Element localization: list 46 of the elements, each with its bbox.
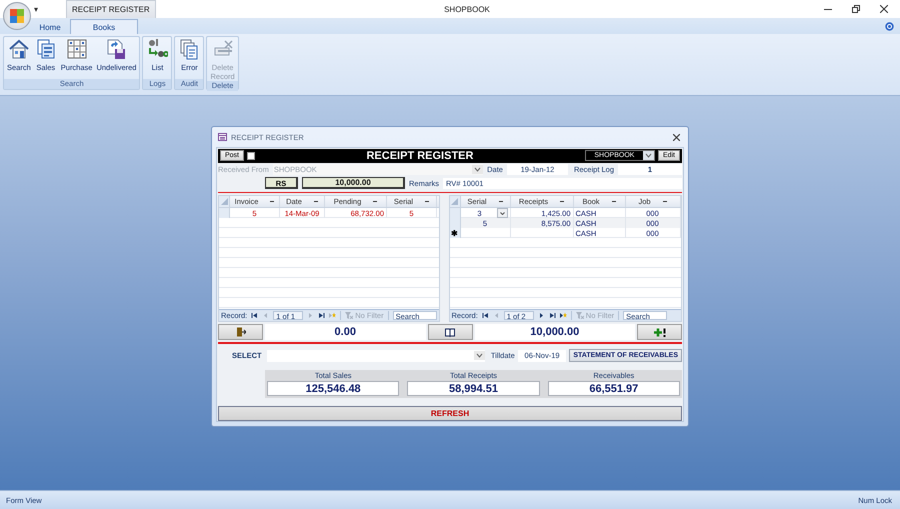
office-button[interactable] bbox=[3, 2, 31, 30]
plus-alert-icon bbox=[654, 328, 666, 337]
pages-icon bbox=[178, 38, 200, 60]
ribbon-tab[interactable]: Books bbox=[70, 19, 138, 34]
context-tab-label: RECEIPT REGISTER bbox=[66, 0, 156, 18]
refresh-button[interactable]: REFRESH bbox=[218, 406, 682, 421]
post-checkbox[interactable] bbox=[247, 152, 256, 160]
door-arrow-icon bbox=[236, 327, 246, 338]
last-record-icon[interactable] bbox=[318, 312, 326, 320]
form-icon bbox=[218, 133, 227, 141]
text-replace-icon bbox=[146, 38, 168, 60]
form-heading: RECEIPT REGISTER bbox=[365, 150, 474, 162]
quick-access-menu[interactable]: ▾ bbox=[34, 4, 38, 14]
book-button[interactable] bbox=[428, 324, 472, 340]
window-title: SHOPBOOK bbox=[444, 4, 490, 14]
last-record-icon[interactable] bbox=[548, 312, 556, 320]
house-icon bbox=[8, 38, 30, 60]
first-record-icon[interactable] bbox=[482, 312, 489, 320]
document-disk-icon bbox=[105, 38, 128, 60]
funnel-cross-icon bbox=[576, 312, 584, 320]
caret-icon bbox=[644, 153, 652, 158]
grid-icon bbox=[66, 38, 88, 60]
help-icon[interactable] bbox=[885, 22, 894, 30]
receipt-total: 10,000.00 bbox=[474, 324, 635, 340]
close-icon[interactable] bbox=[673, 134, 680, 140]
first-record-icon[interactable] bbox=[251, 312, 258, 320]
new-row-marker: ✱ bbox=[451, 228, 458, 238]
new-record-icon[interactable] bbox=[560, 312, 567, 320]
next-record-icon[interactable] bbox=[538, 312, 545, 320]
add-button[interactable] bbox=[637, 324, 682, 340]
close-icon[interactable] bbox=[880, 5, 888, 13]
restore-icon[interactable] bbox=[852, 5, 860, 13]
office-logo-icon bbox=[9, 8, 25, 24]
exit-button[interactable] bbox=[218, 324, 263, 340]
pending-total: 0.00 bbox=[265, 324, 426, 340]
amount-field[interactable]: 10,000.00 bbox=[302, 177, 405, 190]
documents-icon bbox=[34, 38, 57, 60]
caret-icon bbox=[474, 166, 482, 172]
summary-value: 58,994.51 bbox=[407, 381, 540, 396]
caret-icon bbox=[500, 212, 505, 215]
funnel-cross-icon bbox=[345, 312, 354, 320]
summary-value: 125,546.48 bbox=[267, 381, 400, 396]
summary-value: 66,551.97 bbox=[548, 381, 680, 396]
ribbon-tab[interactable]: Home bbox=[30, 19, 70, 34]
book-icon bbox=[445, 328, 455, 337]
caret-icon bbox=[476, 353, 483, 358]
